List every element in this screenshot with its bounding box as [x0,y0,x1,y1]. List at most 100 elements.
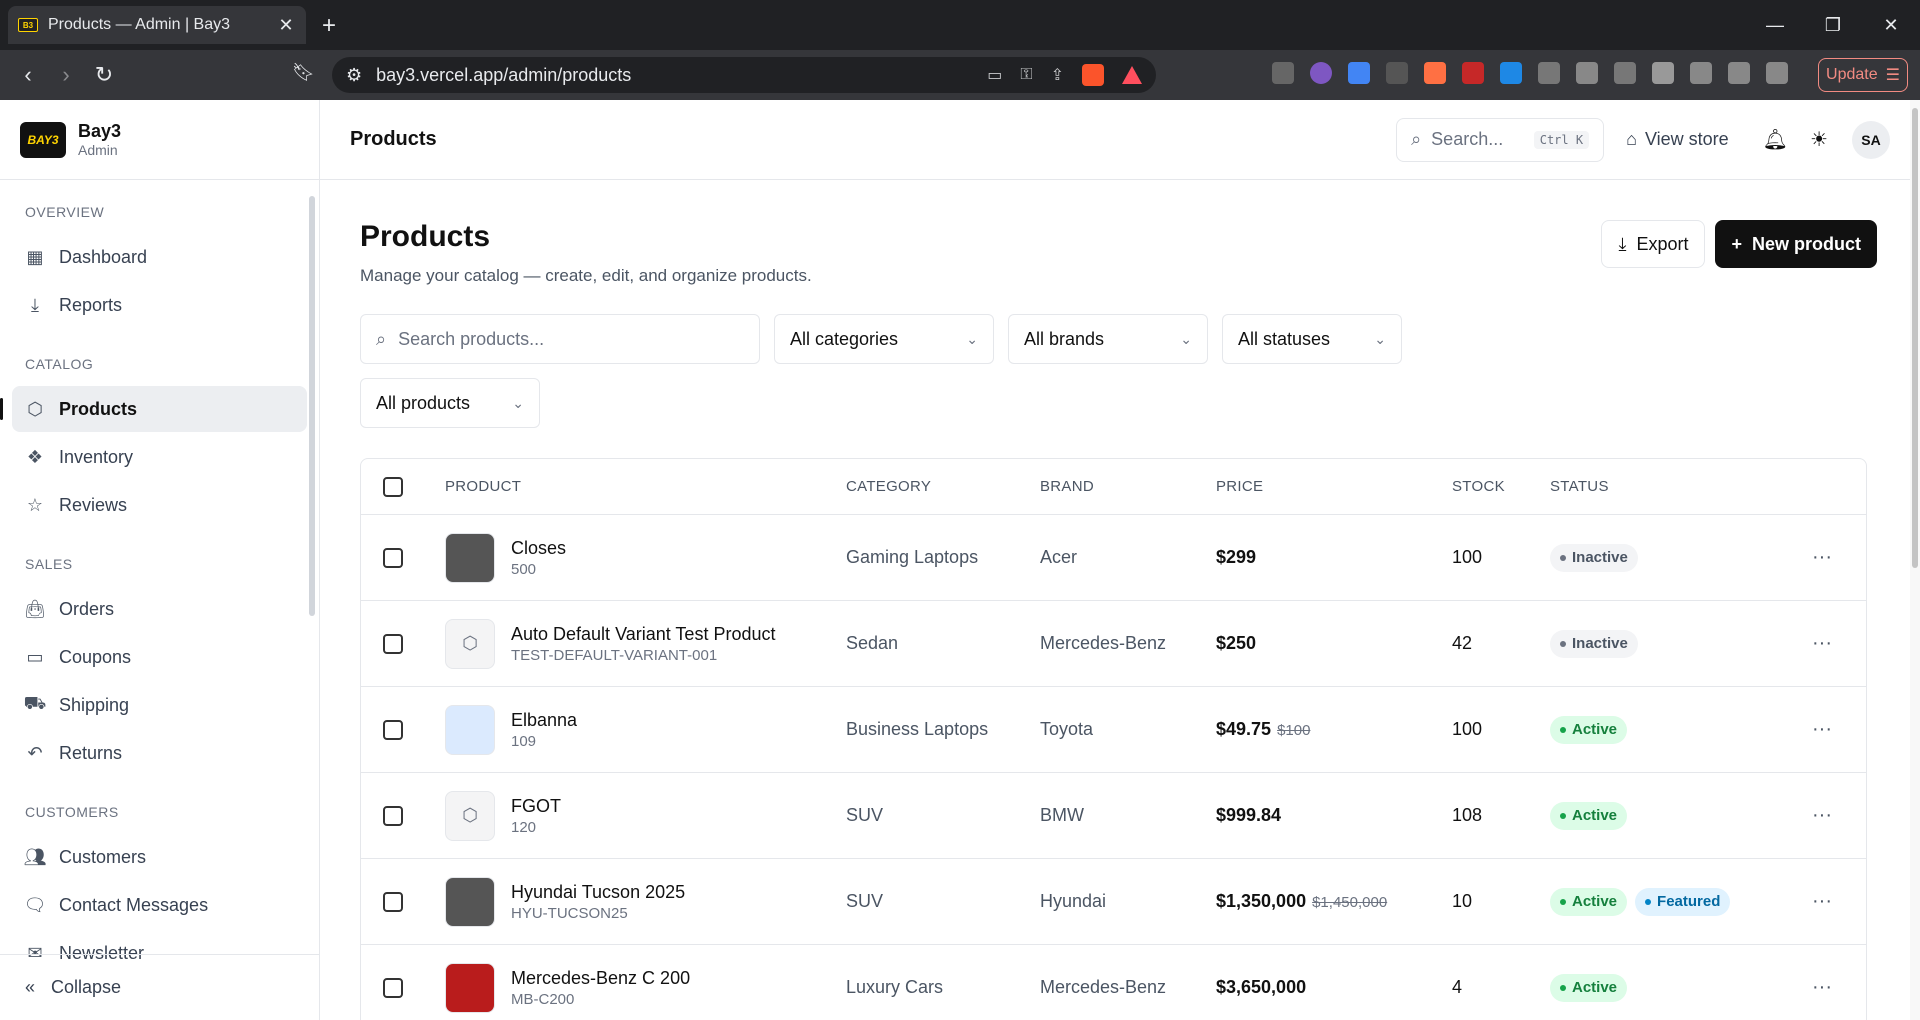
more-actions-icon[interactable]: ··· [1810,804,1866,827]
back-icon[interactable]: ‹ [10,57,46,93]
select-all-checkbox[interactable] [383,476,403,497]
row-checkbox[interactable] [383,977,403,998]
sidebar-item-dashboard[interactable]: ▦ Dashboard [12,234,307,280]
header-category[interactable]: CATEGORY [846,478,1040,495]
product-search-input[interactable]: ⌕ Search products... [360,314,760,364]
brand[interactable]: BAY3 Bay3 Admin [0,100,319,180]
category-select[interactable]: All categories ⌄ [774,314,994,364]
table-row[interactable]: Mercedes-Benz C 200 MB-C200 Luxury Cars … [361,945,1866,1020]
product-thumbnail[interactable] [445,962,495,1013]
product-thumbnail[interactable] [445,704,495,755]
extension-text-icon[interactable] [1386,62,1408,84]
sun-icon[interactable]: ☀ [1810,127,1828,152]
message-icon: 🗨︎ [23,894,47,915]
site-info-icon[interactable]: ⚙ [346,65,362,86]
reload-icon[interactable]: ↻ [86,57,122,93]
row-checkbox[interactable] [383,891,403,912]
sidebar-item-returns[interactable]: ↶ Returns [12,730,307,776]
more-actions-icon[interactable]: ··· [1810,632,1866,655]
sidebar-item-coupons[interactable]: ▭ Coupons [12,634,307,680]
wallet-icon[interactable] [1690,62,1712,84]
product-name[interactable]: Hyundai Tucson 2025 [511,882,685,903]
nav-section-overview: OVERVIEW [25,204,105,220]
table-row[interactable]: ⬡ FGOT 120 SUV BMW $999.84 108 Active ··… [361,773,1866,859]
table-row[interactable]: Hyundai Tucson 2025 HYU-TUCSON25 SUV Hyu… [361,859,1866,945]
sidebar-scrollbar[interactable] [309,196,315,616]
more-actions-icon[interactable]: ··· [1810,976,1866,999]
table-row[interactable]: ⬡ Auto Default Variant Test Product TEST… [361,601,1866,687]
sidebar-item-products[interactable]: ⬡ Products [0,386,307,432]
scope-select[interactable]: All products ⌄ [360,378,540,428]
product-thumbnail[interactable] [445,876,495,927]
row-checkbox[interactable] [383,719,403,740]
extension-download-icon[interactable] [1500,62,1522,84]
product-name[interactable]: Auto Default Variant Test Product [511,624,775,645]
url-text[interactable]: bay3.vercel.app/admin/products [376,65,987,86]
extension-capture-icon[interactable] [1614,62,1636,84]
export-button[interactable]: ⤓ Export [1601,220,1706,268]
brand-select[interactable]: All brands ⌄ [1008,314,1208,364]
extension-doc-icon[interactable] [1348,62,1370,84]
row-checkbox[interactable] [383,633,403,654]
product-thumbnail[interactable] [445,532,495,583]
page-scrollbar[interactable] [1910,100,1920,1020]
extension-mail-icon[interactable] [1272,62,1294,84]
sidebar-item-reviews[interactable]: ☆ Reviews [12,482,307,528]
sidebar-item-shipping[interactable]: ⛟ Shipping [12,682,307,728]
header-price[interactable]: PRICE [1216,478,1452,495]
key-icon[interactable]: ⚿ [1020,66,1032,84]
extension-fox-icon[interactable] [1424,62,1446,84]
collapse-button[interactable]: « Collapse [0,954,319,1020]
vpn-shield-icon[interactable] [1766,62,1788,84]
new-tab-icon[interactable]: + [322,12,336,40]
product-name[interactable]: Mercedes-Benz C 200 [511,968,690,989]
close-icon[interactable]: ✕ [276,15,296,36]
restore-icon[interactable]: ❐ [1804,0,1862,50]
row-checkbox[interactable] [383,547,403,568]
extensions-puzzle-icon[interactable] [1576,62,1598,84]
product-thumbnail[interactable]: ⬡ [445,790,495,841]
more-actions-icon[interactable]: ··· [1810,890,1866,913]
sidebar-item-orders[interactable]: 👜︎ Orders [12,586,307,632]
window-close-icon[interactable]: ✕ [1862,0,1920,50]
product-name[interactable]: Closes [511,538,566,559]
forward-icon[interactable]: › [48,57,84,93]
address-bar[interactable]: ⚙ bay3.vercel.app/admin/products ▭ ⚿ ⇪ [332,57,1156,93]
sidebar-item-customers[interactable]: 👥︎ Customers [12,834,307,880]
bell-icon[interactable]: 🔔︎ [1763,127,1788,152]
product-name[interactable]: FGOT [511,796,561,817]
new-product-button[interactable]: + New product [1715,220,1877,268]
extension-seo-icon[interactable] [1462,62,1484,84]
row-checkbox[interactable] [383,805,403,826]
sidebar-item-contact-messages[interactable]: 🗨︎ Contact Messages [12,882,307,928]
minimize-icon[interactable]: — [1746,0,1804,50]
header-brand[interactable]: BRAND [1040,478,1216,495]
more-actions-icon[interactable]: ··· [1810,546,1866,569]
extension-globe-icon[interactable] [1310,62,1332,84]
extension-lock-icon[interactable] [1538,62,1560,84]
sidebar-item-label: Reports [59,294,123,315]
cast-icon[interactable]: ▭ [987,65,1002,85]
brave-rewards-icon[interactable] [1122,66,1142,84]
product-thumbnail[interactable]: ⬡ [445,618,495,669]
browser-tab[interactable]: B3 Products — Admin | Bay3 ✕ [8,6,306,44]
update-button[interactable]: Update ☰ [1818,58,1908,92]
header-stock[interactable]: STOCK [1452,478,1550,495]
product-name[interactable]: Elbanna [511,710,577,731]
avatar[interactable]: SA [1852,120,1890,159]
view-store-link[interactable]: ⌂ View store [1626,129,1729,150]
more-actions-icon[interactable]: ··· [1810,718,1866,741]
header-status[interactable]: STATUS [1550,478,1810,495]
brave-shields-icon[interactable] [1082,64,1104,86]
global-search[interactable]: ⌕ Search... Ctrl K [1396,117,1605,162]
sidebar-toggle-icon[interactable] [1652,62,1674,84]
sidebar-item-inventory[interactable]: ❖ Inventory [12,434,307,480]
status-select[interactable]: All statuses ⌄ [1222,314,1402,364]
header-product[interactable]: PRODUCT [445,478,846,495]
table-row[interactable]: Closes 500 Gaming Laptops Acer $299 100 … [361,515,1866,601]
sidebar-item-reports[interactable]: ⤓ Reports [12,282,307,328]
leo-ai-icon[interactable] [1728,62,1750,84]
bookmark-icon[interactable]: 🔖︎ [292,62,315,83]
share-icon[interactable]: ⇪ [1051,65,1064,85]
table-row[interactable]: Elbanna 109 Business Laptops Toyota $49.… [361,687,1866,773]
